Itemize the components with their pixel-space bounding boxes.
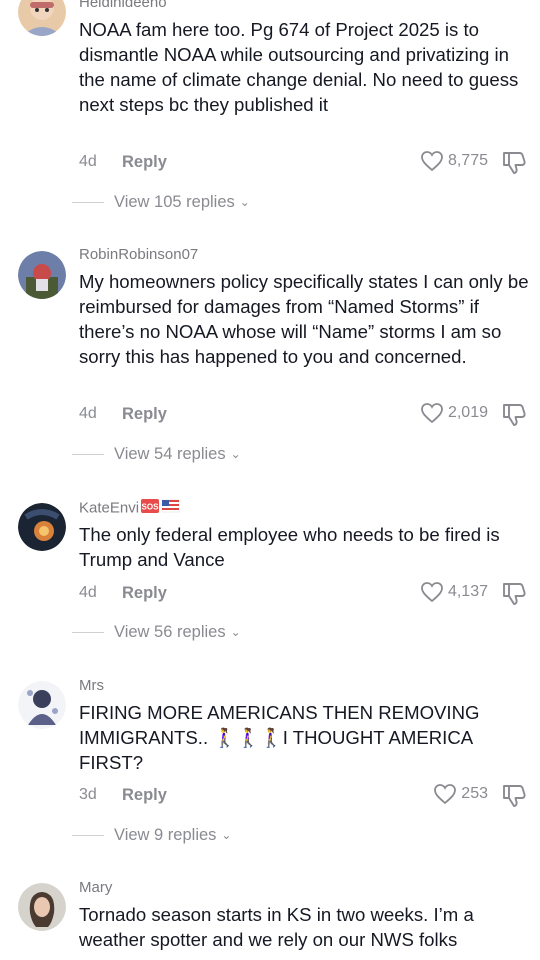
- thumbs-down-icon[interactable]: [500, 401, 528, 427]
- like-count: 4,137: [447, 583, 488, 600]
- reply-button[interactable]: Reply: [122, 152, 167, 172]
- like-count: 253: [461, 785, 488, 802]
- comment-age: 3d: [79, 786, 97, 803]
- avatar[interactable]: [18, 251, 66, 299]
- avatar[interactable]: [18, 681, 66, 729]
- like-button[interactable]: 2,019: [420, 402, 488, 424]
- like-button[interactable]: 8,775: [420, 150, 488, 172]
- reply-button[interactable]: Reply: [122, 404, 167, 424]
- view-replies-label: View 105 replies: [114, 193, 235, 211]
- avatar[interactable]: [18, 0, 66, 36]
- divider-line: [72, 631, 104, 633]
- heart-outline-icon: [421, 582, 443, 603]
- thumbs-down-icon[interactable]: [500, 149, 528, 175]
- avatar[interactable]: [18, 883, 66, 931]
- comment-age: 4d: [79, 405, 97, 422]
- view-replies-button[interactable]: View 56 replies ⌄: [72, 622, 241, 642]
- view-replies-button[interactable]: View 54 replies ⌄: [72, 444, 241, 464]
- comment-age: 4d: [79, 153, 97, 170]
- like-count: 2,019: [447, 404, 488, 421]
- heart-outline-icon: [421, 403, 443, 424]
- comment-text: The only federal employee who needs to b…: [79, 524, 500, 570]
- comment-username[interactable]: KateEnvi SOS: [79, 498, 181, 519]
- like-button[interactable]: 253: [433, 783, 488, 805]
- chevron-down-icon: ⌄: [221, 828, 232, 842]
- comment-username-text: KateEnvi: [79, 499, 140, 517]
- comment-username[interactable]: RobinRobinson07: [79, 246, 198, 264]
- view-replies-label: View 56 replies: [114, 623, 226, 641]
- chevron-down-icon: ⌄: [230, 625, 241, 639]
- like-button[interactable]: 4,137: [420, 581, 488, 603]
- comment-text: My homeowners policy specifically states…: [79, 271, 529, 367]
- view-replies-label: View 54 replies: [114, 445, 226, 463]
- comment-username[interactable]: Mrs: [79, 677, 104, 695]
- comment-text: Tornado season starts in KS in two weeks…: [79, 904, 474, 950]
- like-count: 8,775: [447, 152, 488, 169]
- thumbs-down-icon[interactable]: [500, 580, 528, 606]
- comment-text: FIRING MORE AMERICANS THEN REMOVING IMMI…: [79, 702, 480, 773]
- view-replies-label: View 9 replies: [114, 826, 217, 844]
- chevron-down-icon: ⌄: [239, 195, 250, 209]
- view-replies-button[interactable]: View 105 replies ⌄: [72, 192, 250, 212]
- comment-username[interactable]: Mary: [79, 879, 112, 897]
- sos-badge-text: SOS: [142, 503, 160, 512]
- reply-button[interactable]: Reply: [122, 583, 167, 603]
- thumbs-down-icon[interactable]: [500, 782, 528, 808]
- heart-outline-icon: [421, 151, 443, 172]
- comment-username[interactable]: Heidihideeho: [79, 0, 167, 12]
- chevron-down-icon: ⌄: [230, 447, 241, 461]
- divider-line: [72, 201, 104, 203]
- divider-line: [72, 453, 104, 455]
- comment-age: 4d: [79, 584, 97, 601]
- reply-button[interactable]: Reply: [122, 785, 167, 805]
- comment-text: NOAA fam here too. Pg 674 of Project 202…: [79, 19, 519, 115]
- heart-outline-icon: [434, 784, 457, 805]
- divider-line: [72, 834, 104, 836]
- sos-badge: SOS: [141, 498, 181, 519]
- view-replies-button[interactable]: View 9 replies ⌄: [72, 825, 231, 845]
- avatar[interactable]: [18, 503, 66, 551]
